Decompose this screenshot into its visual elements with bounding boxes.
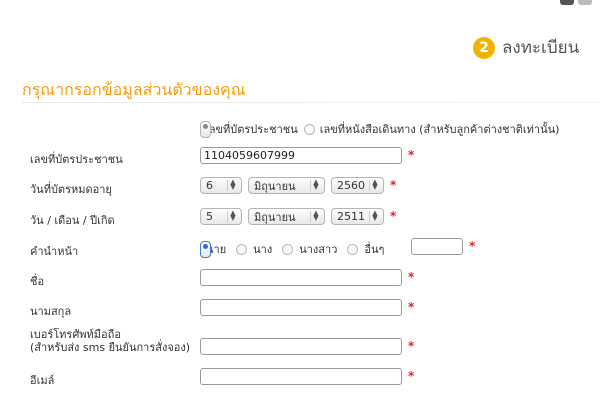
birth-day-value: 5: [206, 210, 213, 223]
row-email: อีเมล์: [30, 371, 195, 389]
radio-citizen-id-label: เลขที่บัตรประชาชน: [205, 123, 298, 136]
required-mark: *: [408, 339, 415, 353]
select-arrows-icon: ▲ ▼: [369, 210, 380, 222]
select-arrows-icon: ▲ ▼: [227, 210, 238, 222]
title-divider: [22, 102, 600, 103]
required-mark: *: [408, 300, 415, 314]
required-mark: *: [408, 369, 415, 383]
required-mark: *: [390, 209, 397, 223]
birth-month-value: มิถุนายน: [254, 210, 296, 224]
section-title: กรุณากรอกข้อมูลส่วนตัวของคุณ: [22, 80, 246, 99]
title-option-other[interactable]: อื่นๆ: [347, 240, 384, 258]
email-input[interactable]: [200, 368, 402, 385]
title-option-mr[interactable]: นาย: [200, 240, 226, 258]
corner-tab-light[interactable]: [578, 0, 592, 5]
title-option-label: นางสาว: [299, 243, 338, 256]
phone-label-note: (สำหรับส่ง sms ยืนยันการสั่งจอง): [30, 341, 191, 354]
id-type-group: เลขที่บัตรประชาชน เลขที่หนังสือเดินทาง (…: [200, 120, 565, 138]
required-mark: *: [469, 239, 476, 253]
id-number-input[interactable]: 1104059607999: [200, 147, 402, 164]
required-mark: *: [390, 178, 397, 192]
phone-label: เบอร์โทรศัพท์มือถือ: [30, 328, 121, 341]
step-number-badge: 2: [473, 36, 495, 59]
title-option-miss[interactable]: นางสาว: [282, 240, 337, 258]
title-option-mrs[interactable]: นาง: [236, 240, 272, 258]
row-birth: วัน / เดือน / ปีเกิด: [30, 211, 195, 229]
radio-mrs[interactable]: [236, 243, 248, 255]
row-id-number: เลขที่บัตรประชาชน: [30, 150, 195, 168]
step-indicator: 2 ลงทะเบียน: [473, 34, 579, 61]
id-number-label: เลขที่บัตรประชาชน: [30, 153, 123, 166]
expiry-month-select[interactable]: มิถุนายน ▲ ▼: [248, 177, 325, 194]
radio-other[interactable]: [347, 243, 359, 255]
required-mark: *: [408, 148, 415, 162]
expiry-day-value: 6: [206, 179, 213, 192]
expiry-month-value: มิถุนายน: [254, 179, 296, 193]
radio-citizen-id[interactable]: [200, 120, 211, 138]
title-label: คำนำหน้า: [30, 245, 79, 258]
radio-passport-label: เลขที่หนังสือเดินทาง (สำหรับลูกค้าต่างชา…: [319, 123, 560, 136]
expiry-year-select[interactable]: 2560 ▲ ▼: [331, 177, 384, 194]
expiry-day-select[interactable]: 6 ▲ ▼: [200, 177, 242, 194]
first-name-label: ชื่อ: [30, 275, 45, 288]
birth-year-value: 2511: [337, 210, 365, 223]
row-phone: เบอร์โทรศัพท์มือถือ (สำหรับส่ง sms ยืนยั…: [30, 328, 190, 354]
title-radio-group: นาย นาง นางสาว อื่นๆ: [200, 240, 394, 258]
radio-mr[interactable]: [200, 240, 211, 258]
phone-input[interactable]: [200, 338, 402, 355]
radio-passport[interactable]: [303, 123, 315, 135]
email-label: อีเมล์: [30, 374, 55, 387]
row-first-name: ชื่อ: [30, 272, 195, 290]
select-arrows-icon: ▲ ▼: [310, 179, 321, 191]
birth-day-select[interactable]: 5 ▲ ▼: [200, 208, 242, 225]
radio-miss[interactable]: [282, 243, 294, 255]
title-option-label: อื่นๆ: [364, 243, 385, 256]
corner-tab-dark[interactable]: [560, 0, 574, 5]
select-arrows-icon: ▲ ▼: [369, 179, 380, 191]
row-expiry: วันที่บัตรหมดอายุ: [30, 180, 195, 198]
expiry-year-value: 2560: [337, 179, 365, 192]
title-other-input[interactable]: [411, 238, 463, 255]
required-mark: *: [408, 270, 415, 284]
birth-label: วัน / เดือน / ปีเกิด: [30, 214, 115, 227]
step-label: ลงทะเบียน: [502, 38, 580, 58]
last-name-input[interactable]: [200, 299, 402, 316]
select-arrows-icon: ▲ ▼: [227, 179, 238, 191]
last-name-label: นามสกุล: [30, 305, 72, 318]
title-option-label: นาง: [253, 243, 273, 256]
first-name-input[interactable]: [200, 269, 402, 286]
expiry-label: วันที่บัตรหมดอายุ: [30, 183, 112, 196]
window-corner-controls: [560, 0, 592, 5]
select-arrows-icon: ▲ ▼: [310, 210, 321, 222]
row-title: คำนำหน้า: [30, 242, 195, 260]
birth-month-select[interactable]: มิถุนายน ▲ ▼: [248, 208, 325, 225]
row-last-name: นามสกุล: [30, 302, 195, 320]
birth-year-select[interactable]: 2511 ▲ ▼: [331, 208, 384, 225]
